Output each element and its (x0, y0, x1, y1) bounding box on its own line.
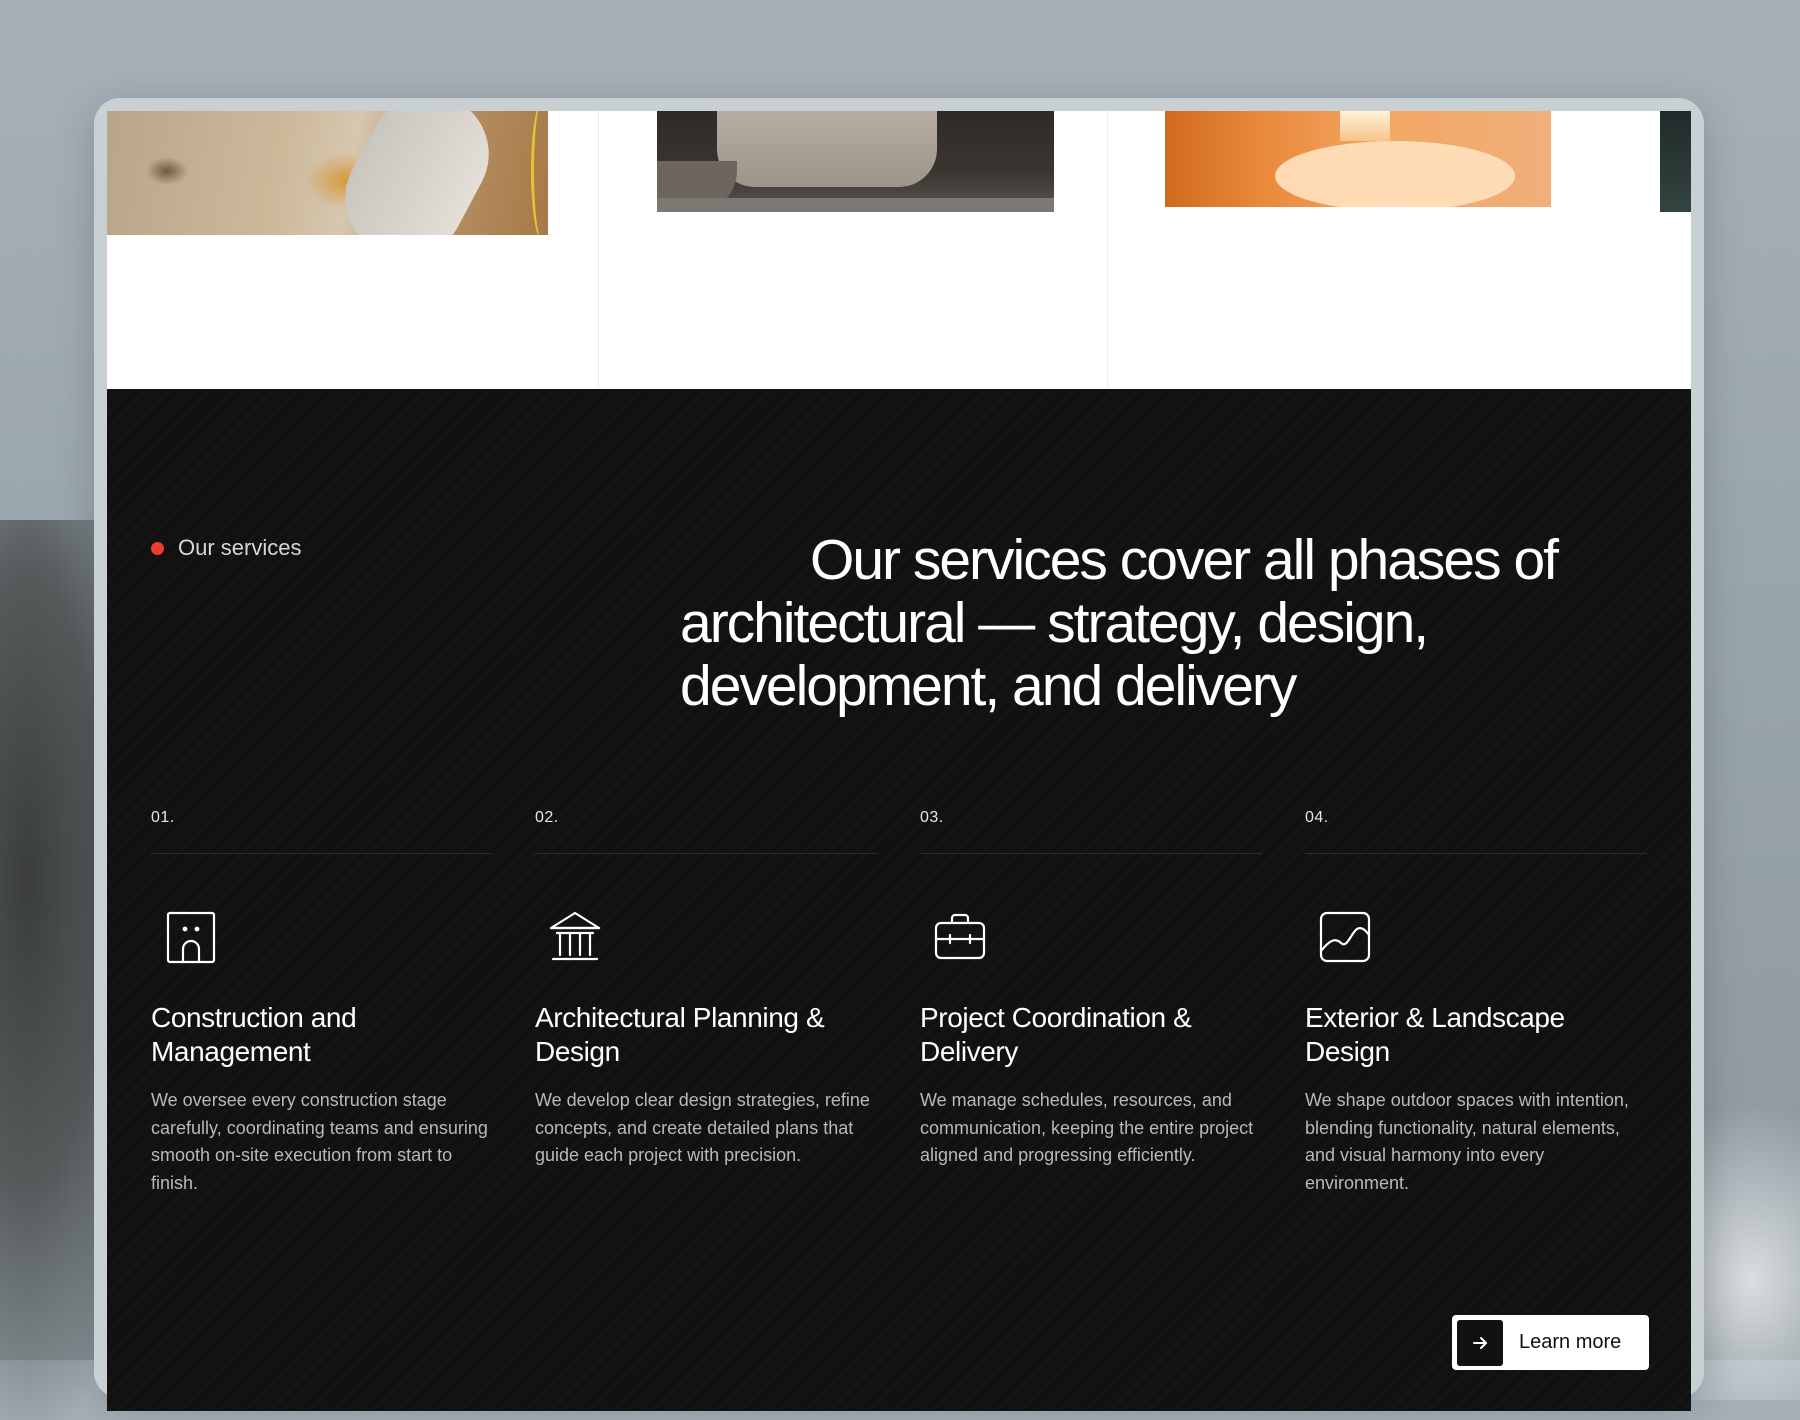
gallery-divider (598, 111, 599, 389)
learn-more-button[interactable]: Learn more (1452, 1315, 1649, 1370)
gallery-divider (1107, 111, 1108, 389)
services-list: 01. Construction and Management We overs… (151, 809, 1647, 1229)
page-viewport[interactable]: Our services Our services cover all phas… (107, 111, 1691, 1411)
service-number: 04. (1305, 809, 1329, 826)
desert-sun (531, 111, 548, 235)
service-divider (1305, 853, 1647, 854)
service-title: Architectural Planning & Design (535, 1002, 825, 1067)
briefcase-icon (934, 913, 986, 960)
rug-shape (657, 198, 1054, 212)
gallery-image-orange-room[interactable] (1165, 111, 1551, 207)
service-divider (920, 853, 1262, 854)
service-number: 03. (920, 809, 944, 826)
building-icon (166, 911, 216, 964)
browser-frame: Our services Our services cover all phas… (94, 98, 1704, 1411)
light-patch (1275, 141, 1515, 207)
section-eyebrow: Our services (151, 535, 301, 561)
service-title: Exterior & Landscape Design (1305, 1002, 1565, 1067)
service-number: 01. (151, 809, 175, 826)
service-description: We shape outdoor spaces with intention, … (1305, 1090, 1629, 1193)
service-title: Construction and Management (151, 1002, 357, 1067)
service-description: We develop clear design strategies, refi… (535, 1090, 870, 1165)
desert-path (324, 111, 510, 235)
services-section: Our services Our services cover all phas… (107, 389, 1691, 1411)
doorway (1340, 111, 1390, 141)
service-divider (535, 853, 877, 854)
gallery-image-sofa[interactable] (657, 111, 1054, 212)
gallery-image-desert[interactable] (107, 111, 548, 235)
landscape-icon (1319, 911, 1371, 963)
sofa-shape (717, 111, 937, 187)
accent-dot (151, 541, 164, 555)
service-card-coordination: 03. Project Coordination & Delivery We m… (920, 809, 1262, 1165)
service-card-construction: 01. Construction and Management We overs… (151, 809, 493, 1193)
learn-more-label: Learn more (1519, 1331, 1622, 1353)
service-number: 02. (535, 809, 559, 826)
service-description: We manage schedules, resources, and comm… (920, 1090, 1254, 1165)
service-card-landscape: 04. Exterior & Landscape Design We shape… (1305, 809, 1647, 1193)
project-gallery (107, 111, 1691, 389)
eyebrow-label: Our services (178, 535, 302, 560)
service-divider (151, 853, 493, 854)
institution-icon (549, 911, 601, 961)
service-description: We oversee every construction stage care… (151, 1090, 488, 1193)
arrow-right-icon (1457, 1319, 1503, 1366)
service-title: Project Coordination & Delivery (920, 1002, 1192, 1067)
gallery-image-partial[interactable] (1660, 111, 1691, 212)
section-headline: Our services cover all phases of archite… (680, 528, 1559, 718)
service-card-planning: 02. Architectural Planning & Design We d… (535, 809, 877, 1165)
